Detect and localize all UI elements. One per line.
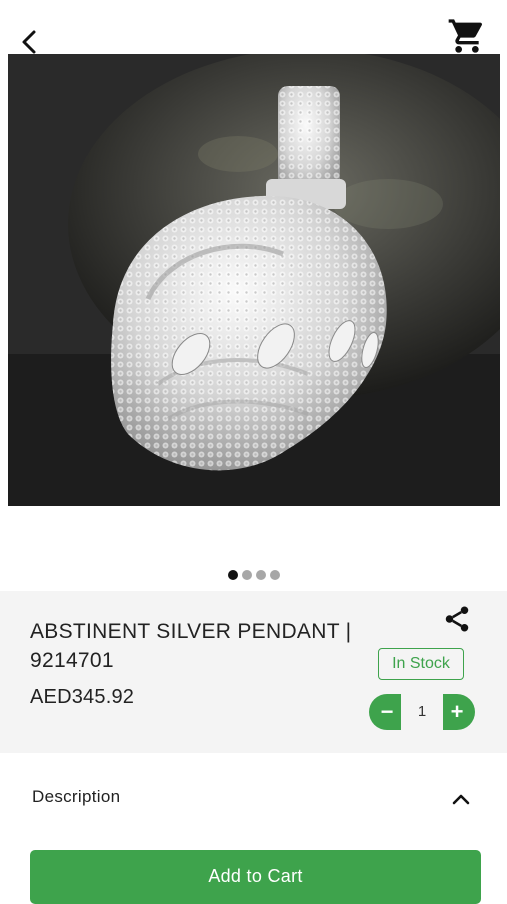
product-image[interactable] — [8, 54, 500, 506]
description-toggle[interactable]: Description — [0, 775, 507, 823]
page-dot[interactable] — [269, 569, 280, 580]
page-dot[interactable] — [241, 569, 252, 580]
increase-quantity-button[interactable]: + — [443, 694, 475, 730]
cart-button[interactable] — [447, 16, 487, 56]
share-button[interactable] — [442, 604, 472, 634]
quantity-stepper: − 1 + — [369, 694, 475, 730]
product-title: ABSTINENT SILVER PENDANT | 9214701 — [30, 620, 352, 672]
share-icon — [445, 606, 469, 632]
description-label: Description — [32, 787, 121, 806]
quantity-value: 1 — [401, 694, 443, 730]
shopping-cart-icon — [448, 19, 483, 53]
stock-status-badge: In Stock — [378, 648, 464, 680]
chevron-up-icon — [452, 794, 470, 805]
minus-icon: − — [380, 699, 394, 724]
silver-pendant-photo — [8, 54, 500, 506]
decrease-quantity-button[interactable]: − — [369, 694, 401, 730]
product-price: AED345.92 — [30, 686, 135, 708]
gallery-pagination — [0, 566, 507, 580]
add-to-cart-button[interactable]: Add to Cart — [30, 850, 481, 904]
page-dot-active[interactable] — [227, 569, 238, 580]
top-bar — [0, 0, 507, 54]
plus-icon: + — [450, 699, 464, 724]
page-dot[interactable] — [255, 569, 266, 580]
